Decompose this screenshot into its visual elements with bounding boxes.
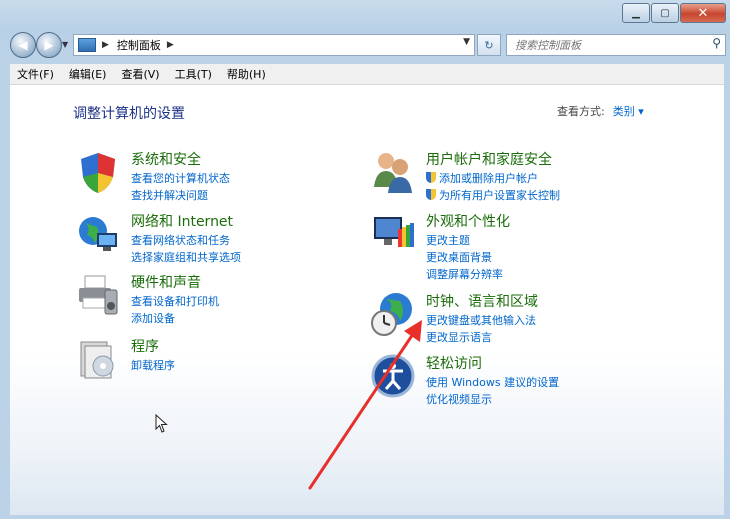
forward-button[interactable]: ▶ [36, 32, 62, 58]
category-title[interactable]: 用户帐户和家庭安全 [426, 149, 552, 169]
window-controls: ▁ ▢ ✕ [621, 3, 726, 23]
uac-shield-icon [426, 172, 436, 183]
shield-icon[interactable] [75, 149, 121, 195]
content-area: 调整计算机的设置 查看方式: 类别 ▾ 系统和安全 查看您的计算机状态 查找并解决… [10, 85, 724, 515]
ease-of-access-icon[interactable] [370, 353, 416, 399]
link-adjust-resolution[interactable]: 调整屏幕分辨率 [426, 266, 503, 282]
clock-globe-icon[interactable] [370, 291, 416, 337]
link-label: 添加或删除用户帐户 [439, 172, 538, 185]
menu-tools[interactable]: 工具(T) [175, 66, 212, 82]
mouse-cursor-icon [155, 414, 168, 433]
menu-edit[interactable]: 编辑(E) [69, 66, 107, 82]
users-icon[interactable] [370, 149, 416, 195]
recent-pages-dropdown[interactable]: ▼ [62, 40, 68, 49]
title-bar: ▁ ▢ ✕ [0, 0, 730, 28]
uac-shield-icon [426, 189, 436, 200]
address-dropdown-icon[interactable]: ▼ [463, 37, 470, 47]
close-button[interactable]: ✕ [680, 3, 726, 23]
back-arrow-icon: ◀ [18, 38, 28, 52]
breadcrumb-control-panel[interactable]: 控制面板 [117, 37, 161, 53]
breadcrumb-separator-icon[interactable]: ▶ [167, 40, 174, 50]
category-title[interactable]: 外观和个性化 [426, 211, 510, 231]
view-by: 查看方式: 类别 ▾ [557, 103, 644, 119]
forward-arrow-icon: ▶ [44, 38, 54, 52]
appearance-icon[interactable] [370, 211, 416, 257]
category-title[interactable]: 程序 [131, 336, 159, 356]
minimize-button[interactable]: ▁ [622, 3, 650, 23]
network-globe-icon[interactable] [75, 211, 121, 257]
category-title[interactable]: 时钟、语言和区域 [426, 291, 538, 311]
link-find-fix-problems[interactable]: 查找并解决问题 [131, 187, 208, 203]
navigation-bar: ◀ ▶ ▼ ▶ 控制面板 ▶ ▼ ↻ ⚲ [0, 28, 730, 62]
link-change-desktop-background[interactable]: 更改桌面背景 [426, 249, 492, 265]
close-icon: ✕ [697, 5, 709, 21]
maximize-icon: ▢ [660, 7, 670, 19]
search-box[interactable]: ⚲ [506, 34, 726, 56]
link-label: 为所有用户设置家长控制 [439, 189, 560, 202]
back-button[interactable]: ◀ [10, 32, 36, 58]
maximize-button[interactable]: ▢ [651, 3, 679, 23]
view-by-dropdown[interactable]: 类别 ▾ [613, 105, 644, 118]
link-change-display-language[interactable]: 更改显示语言 [426, 329, 492, 345]
link-change-theme[interactable]: 更改主题 [426, 232, 470, 248]
category-title[interactable]: 网络和 Internet [131, 211, 233, 231]
category-title[interactable]: 轻松访问 [426, 353, 482, 373]
menu-bar: 文件(F) 编辑(E) 查看(V) 工具(T) 帮助(H) [10, 64, 724, 85]
page-title: 调整计算机的设置 [73, 106, 185, 122]
menu-file[interactable]: 文件(F) [17, 66, 54, 82]
category-title[interactable]: 系统和安全 [131, 149, 201, 169]
menu-view[interactable]: 查看(V) [121, 66, 159, 82]
link-windows-recommended-settings[interactable]: 使用 Windows 建议的设置 [426, 374, 559, 390]
link-devices-printers[interactable]: 查看设备和打印机 [131, 293, 219, 309]
programs-icon[interactable] [75, 336, 121, 382]
link-optimize-video-display[interactable]: 优化视频显示 [426, 391, 492, 407]
link-check-computer-status[interactable]: 查看您的计算机状态 [131, 170, 230, 186]
minimize-icon: ▁ [632, 7, 640, 19]
category-title[interactable]: 硬件和声音 [131, 272, 201, 292]
printer-icon[interactable] [75, 272, 121, 318]
link-uninstall-program[interactable]: 卸载程序 [131, 357, 175, 373]
refresh-icon: ↻ [484, 38, 494, 52]
control-panel-window: ▁ ▢ ✕ ◀ ▶ ▼ ▶ 控制面板 ▶ ▼ ↻ ⚲ 文件(F) 编辑(E) 查… [0, 0, 730, 519]
search-input[interactable] [513, 35, 697, 55]
search-icon[interactable]: ⚲ [712, 36, 721, 50]
link-add-remove-accounts[interactable]: 添加或删除用户帐户 [426, 170, 538, 186]
link-view-network-status[interactable]: 查看网络状态和任务 [131, 232, 230, 248]
link-change-keyboard-input[interactable]: 更改键盘或其他输入法 [426, 312, 536, 328]
control-panel-icon [78, 38, 96, 52]
view-by-label: 查看方式: [557, 105, 605, 118]
link-parental-controls[interactable]: 为所有用户设置家长控制 [426, 187, 560, 203]
link-add-device[interactable]: 添加设备 [131, 310, 175, 326]
address-bar[interactable]: ▶ 控制面板 ▶ ▼ [73, 34, 475, 56]
breadcrumb-separator-icon[interactable]: ▶ [102, 40, 109, 50]
refresh-button[interactable]: ↻ [477, 34, 501, 56]
link-homegroup-sharing[interactable]: 选择家庭组和共享选项 [131, 249, 241, 265]
menu-help[interactable]: 帮助(H) [227, 66, 266, 82]
